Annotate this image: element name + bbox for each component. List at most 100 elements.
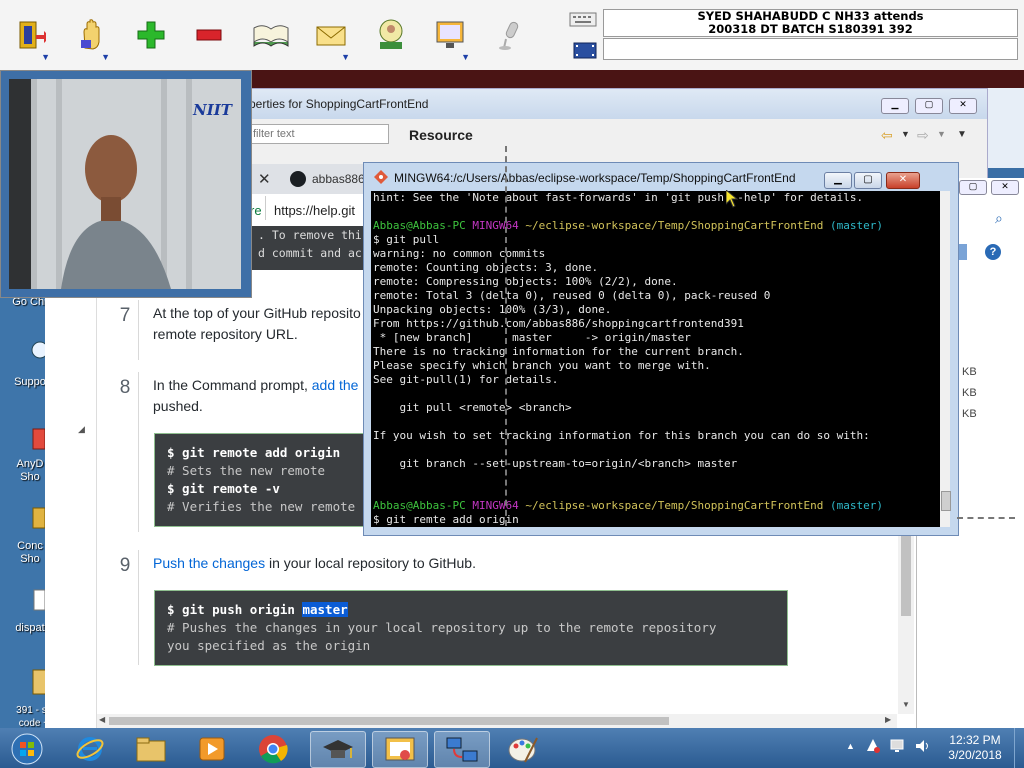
eclipse-minimize-button[interactable]: ▁ [881, 98, 909, 114]
address-bar[interactable]: re https://help.git [250, 194, 370, 227]
search-icon[interactable]: ⌕ [995, 210, 1003, 227]
step-text-line: remote repository URL. [153, 326, 298, 342]
push-changes-link[interactable]: Push the changes [153, 555, 265, 571]
terminal-line: From https://github.com/abbas886/shoppin… [373, 317, 744, 330]
terminal-output[interactable]: hint: See the 'Note about fast-forwards'… [371, 191, 941, 527]
eclipse-filter-input[interactable] [249, 124, 389, 144]
chevron-down-icon[interactable]: ▼ [901, 129, 910, 139]
help-icon[interactable]: ? [985, 244, 1001, 260]
pane-close-button[interactable]: ✕ [991, 180, 1019, 195]
terminal-maximize-button[interactable]: ▢ [854, 172, 882, 189]
terminal-line: remote: Counting objects: 3, done. [373, 261, 599, 274]
partial-code-line: d commit and ac [258, 246, 362, 260]
step-divider [138, 300, 139, 360]
prompt-path: ~/eclipse-workspace/Temp/ShoppingCartFro… [525, 499, 824, 512]
git-bash-terminal[interactable]: MINGW64:/c/Users/Abbas/eclipse-workspace… [363, 162, 959, 536]
screen-share-icon[interactable]: ▼ [430, 12, 472, 62]
code-block-step-8[interactable]: $ git remote add origin # Sets the new r… [154, 433, 370, 527]
collapse-arrow-icon[interactable]: ◢ [78, 424, 85, 435]
document-icon[interactable] [32, 588, 46, 612]
show-desktop-button[interactable] [1014, 728, 1024, 768]
terminal-line: If you wish to set tracking information … [373, 429, 870, 442]
view-menu-icon[interactable]: ▼ [957, 129, 967, 140]
show-hidden-icons-icon[interactable]: ▲ [846, 741, 855, 751]
add-remote-link[interactable]: add the [312, 377, 359, 393]
microphone-icon[interactable] [490, 12, 532, 58]
terminal-line: See git-pull(1) for details. [373, 373, 559, 386]
terminal-line: hint: See the 'Note about fast-forwards'… [373, 191, 864, 204]
eclipse-title: perties for ShoppingCartFrontEnd [249, 97, 429, 111]
raise-hand-icon[interactable]: ▼ [70, 12, 112, 62]
terminal-title-bar[interactable]: MINGW64:/c/Users/Abbas/eclipse-workspace… [364, 163, 958, 191]
file-size-unit: KB [962, 387, 977, 399]
partial-code-line: . To remove thi [258, 228, 362, 242]
terminal-line: * [new branch] master -> origin/master [373, 331, 691, 344]
start-orb-icon[interactable] [2, 731, 52, 766]
exit-icon[interactable]: ▼ [10, 12, 52, 62]
terminal-prompt: Abbas@Abbas-PC MINGW64 ~/eclipse-workspa… [373, 219, 941, 233]
presentation-app-icon[interactable] [372, 731, 428, 768]
address-url[interactable]: https://help.git [274, 203, 355, 218]
shortcut-icon[interactable] [30, 504, 46, 532]
action-center-icon[interactable] [866, 738, 880, 754]
internet-explorer-icon[interactable] [63, 731, 117, 766]
selection-marquee [957, 517, 1015, 519]
network-icon[interactable] [889, 738, 907, 754]
file-explorer-icon[interactable] [124, 731, 178, 766]
browser-tab-label[interactable]: abbas886 [312, 172, 365, 186]
volume-icon[interactable] [914, 738, 930, 754]
terminal-line: warning: no common commits [373, 247, 546, 260]
terminal-minimize-button[interactable]: ▁ [824, 172, 852, 189]
terminal-line: There is no tracking information for the… [373, 345, 744, 358]
scrollbar-thumb[interactable] [901, 536, 911, 616]
scroll-left-icon[interactable]: ◀ [99, 715, 105, 724]
terminal-input-line[interactable]: $ git remte add origin [373, 513, 941, 527]
close-icon[interactable]: ✕ [258, 170, 271, 188]
vertical-scrollbar[interactable]: ▼ [898, 536, 914, 714]
terminal-scrollbar[interactable] [940, 191, 951, 527]
file-size-unit: KB [962, 366, 977, 378]
plus-icon[interactable] [130, 12, 172, 58]
film-icon[interactable] [572, 40, 598, 60]
scrollbar-thumb[interactable] [109, 717, 669, 725]
back-arrow-icon[interactable]: ⇦ [881, 127, 893, 144]
code-block-step-9[interactable]: $ git push origin master # Pushes the ch… [154, 590, 788, 666]
niit-logo: NIIT [193, 101, 232, 119]
minus-icon[interactable] [188, 12, 230, 58]
terminal-line: remote: Compressing objects: 100% (2/2),… [373, 275, 678, 288]
scroll-down-icon[interactable]: ▼ [902, 700, 910, 709]
chrome-icon[interactable] [246, 731, 300, 766]
terminal-close-button[interactable]: ✕ [886, 172, 920, 189]
anydesk-icon[interactable] [30, 425, 46, 453]
eclipse-close-button[interactable]: ✕ [949, 98, 977, 114]
terminal-line: git branch --set-upstream-to=origin/<bra… [373, 457, 738, 470]
mail-icon[interactable]: ▼ [310, 12, 352, 62]
media-player-icon[interactable] [185, 731, 239, 766]
step-text-line: pushed. [153, 398, 203, 414]
network-app-icon[interactable] [434, 731, 490, 768]
status-field [603, 38, 1018, 60]
partial-code-block: . To remove thi d commit and ac [252, 226, 376, 270]
scrollbar-thumb[interactable] [941, 491, 951, 511]
step-divider [138, 372, 139, 532]
forward-arrow-icon[interactable]: ⇨ [917, 127, 929, 144]
keyboard-icon[interactable] [569, 10, 597, 30]
prompt-branch: (master) [829, 219, 883, 232]
system-clock[interactable]: 12:32 PM 3/20/2018 [940, 733, 1010, 763]
pane-restore-button[interactable]: ▢ [959, 180, 987, 195]
prompt-system: MINGW64 [472, 499, 519, 512]
graduation-cap-icon[interactable] [310, 731, 366, 768]
file-size-unit: KB [962, 408, 977, 420]
code-comment: you specified as the origin [167, 638, 371, 653]
paint-icon[interactable] [496, 731, 550, 766]
eclipse-maximize-button[interactable]: ▢ [915, 98, 943, 114]
scroll-right-icon[interactable]: ▶ [885, 715, 891, 724]
presenter-icon[interactable] [370, 12, 412, 58]
book-icon[interactable] [250, 12, 292, 58]
support-icon[interactable] [30, 340, 49, 362]
chevron-down-icon[interactable]: ▼ [937, 129, 946, 139]
horizontal-scrollbar[interactable]: ◀ ▶ [97, 714, 897, 728]
step-9-text: Push the changes in your local repositor… [153, 553, 476, 574]
